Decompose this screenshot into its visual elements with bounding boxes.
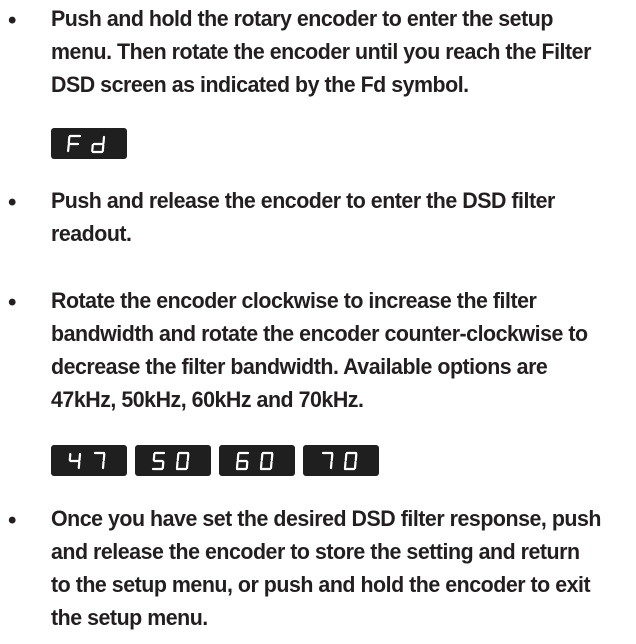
bandwidth-display-row [51, 445, 379, 476]
lcd-display-47 [51, 445, 127, 476]
segment-60-icon [235, 451, 274, 470]
instruction-text-1: Push and hold the rotary encoder to ente… [51, 6, 591, 97]
bullet: • [8, 289, 17, 316]
segment-50-icon [151, 451, 190, 470]
instruction-text-4: Once you have set the desired DSD filter… [51, 506, 601, 630]
bullet: • [8, 507, 17, 534]
lcd-display-60 [219, 445, 295, 476]
instruction-page: • Push and hold the rotary encoder to en… [0, 0, 636, 644]
fd-symbol-icon [66, 134, 106, 153]
lcd-display-70 [303, 445, 379, 476]
segment-70-icon [321, 451, 358, 470]
instruction-text-2: Push and release the encoder to enter th… [51, 188, 555, 246]
instruction-text-3: Rotate the encoder clockwise to increase… [51, 288, 588, 412]
bullet: • [8, 189, 17, 216]
segment-47-icon [68, 451, 106, 469]
lcd-display-fd [51, 128, 127, 159]
lcd-display-50 [135, 445, 211, 476]
setup-display-row [51, 128, 127, 159]
bullet: • [8, 7, 17, 34]
